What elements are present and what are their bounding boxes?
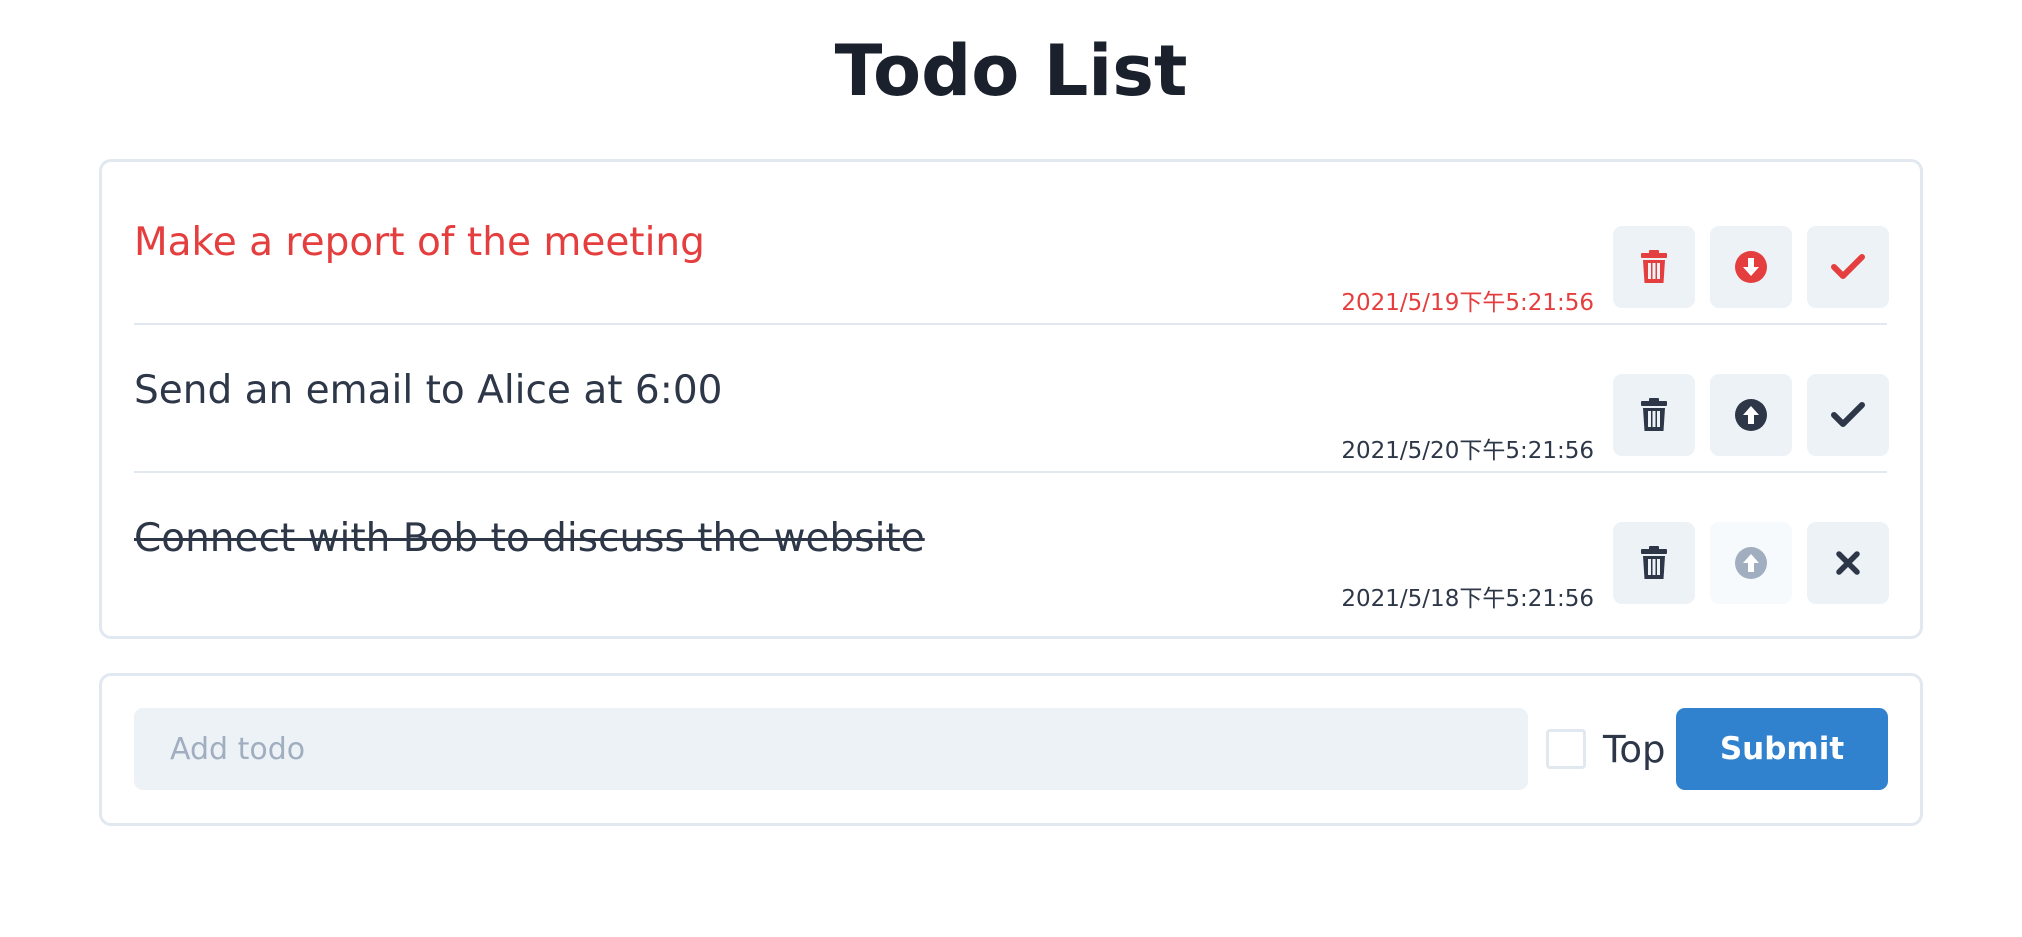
x-icon: [1836, 551, 1860, 575]
check-icon: [1831, 254, 1865, 279]
trash-icon: [1641, 398, 1667, 431]
top-label: Top: [1603, 728, 1666, 771]
trash-icon: [1641, 546, 1667, 579]
move-up-button[interactable]: [1710, 522, 1792, 604]
todo-text: Send an email to Alice at 6:00: [134, 368, 723, 413]
todo-item: Send an email to Alice at 6:00 2021/5/20…: [134, 323, 1889, 471]
arrow-circle-up-icon: [1735, 547, 1767, 579]
move-down-button[interactable]: [1710, 226, 1792, 308]
todo-text: Connect with Bob to discuss the website: [134, 516, 925, 561]
page-title: Todo List: [834, 30, 1188, 112]
todo-timestamp: 2021/5/18下午5:21:56: [1341, 586, 1594, 612]
submit-button[interactable]: Submit: [1676, 708, 1888, 790]
arrow-circle-down-icon: [1735, 251, 1767, 283]
todo-item: Connect with Bob to discuss the website …: [134, 471, 1889, 619]
complete-button[interactable]: [1807, 374, 1889, 456]
move-up-button[interactable]: [1710, 374, 1792, 456]
trash-icon: [1641, 250, 1667, 283]
add-todo-input[interactable]: [134, 708, 1528, 790]
arrow-circle-up-icon: [1735, 399, 1767, 431]
delete-button[interactable]: [1613, 374, 1695, 456]
todo-timestamp: 2021/5/20下午5:21:56: [1341, 438, 1594, 464]
delete-button[interactable]: [1613, 226, 1695, 308]
todo-timestamp: 2021/5/19下午5:21:56: [1341, 290, 1594, 316]
todo-item: Make a report of the meeting 2021/5/19下午…: [134, 175, 1889, 323]
delete-button[interactable]: [1613, 522, 1695, 604]
undo-button[interactable]: [1807, 522, 1889, 604]
check-icon: [1831, 402, 1865, 427]
complete-button[interactable]: [1807, 226, 1889, 308]
todo-text: Make a report of the meeting: [134, 220, 705, 265]
top-checkbox[interactable]: [1546, 729, 1586, 769]
